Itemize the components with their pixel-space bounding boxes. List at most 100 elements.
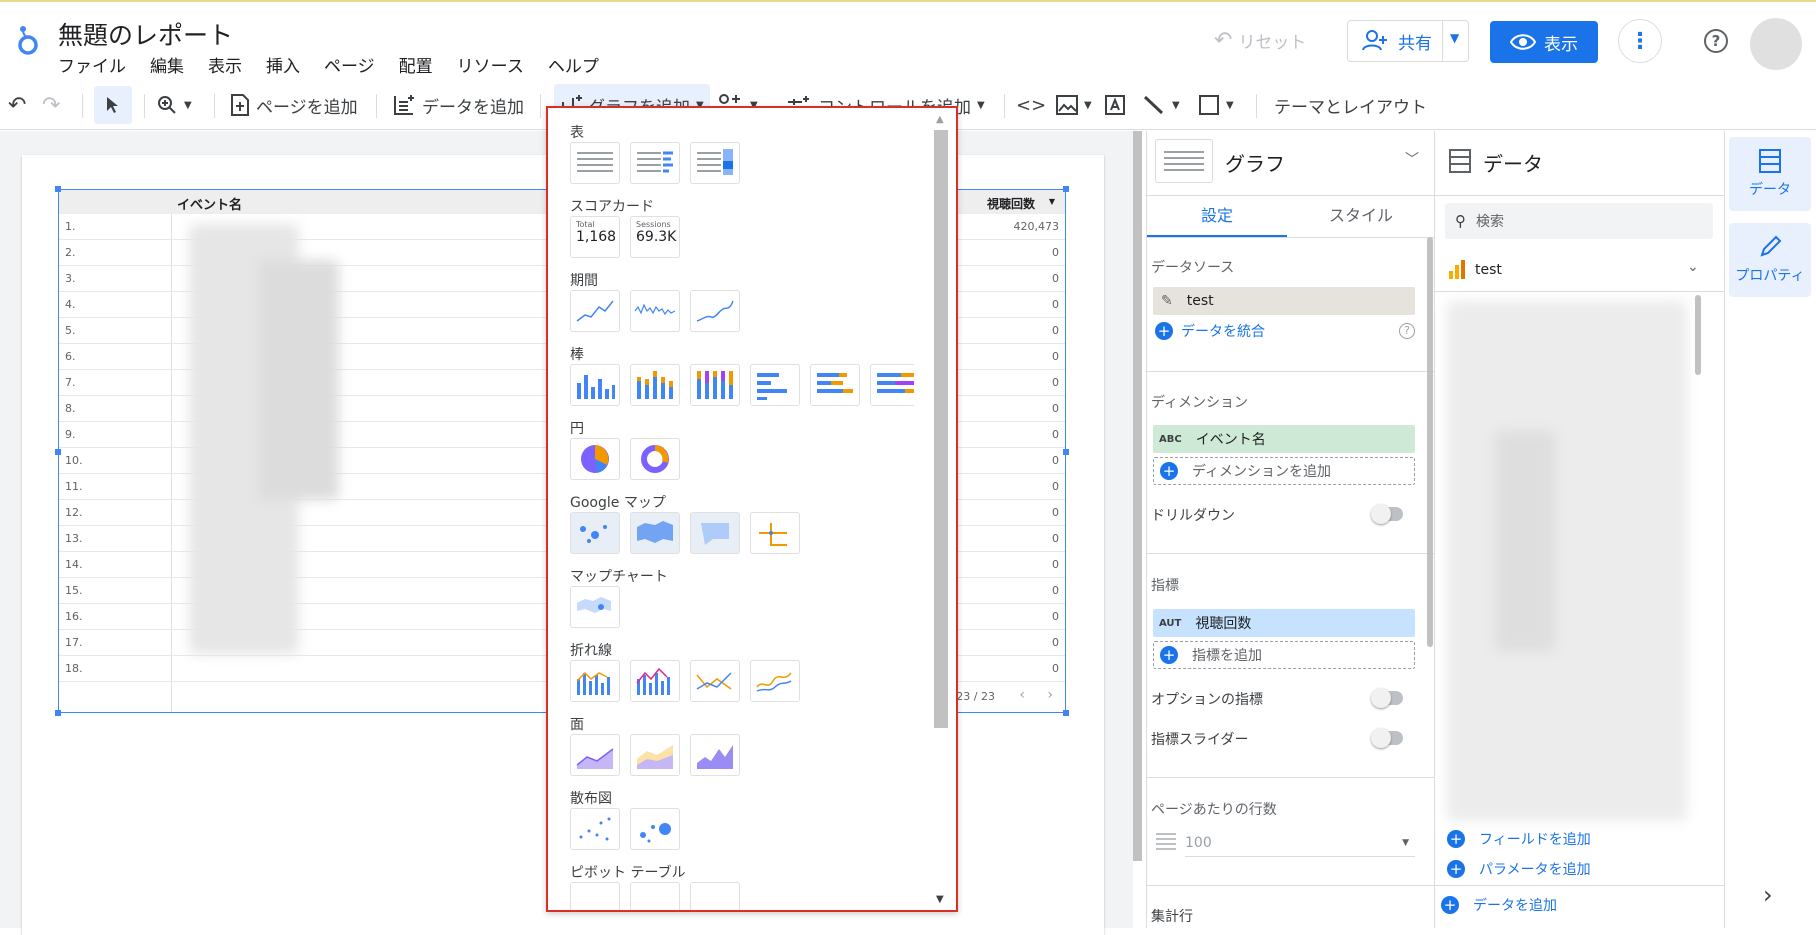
add-parameter-button[interactable]: + パラメータを追加 <box>1447 859 1591 879</box>
chart-option-combo[interactable] <box>570 660 620 702</box>
tab-style[interactable]: スタイル <box>1287 197 1435 237</box>
panel-scrollbar[interactable] <box>1427 237 1433 647</box>
chart-option-line[interactable] <box>690 660 740 702</box>
shape-tool[interactable]: ▼ <box>1198 80 1234 130</box>
more-options-icon[interactable]: ⋮ <box>1618 19 1662 63</box>
menu-insert[interactable]: 挿入 <box>266 52 300 77</box>
report-title[interactable]: 無題のレポート <box>58 16 233 52</box>
add-field-button[interactable]: + フィールドを追加 <box>1447 829 1591 849</box>
resize-handle[interactable] <box>1063 449 1069 455</box>
chart-option-100-stacked-column[interactable] <box>690 364 740 406</box>
chart-option-heatmap-map[interactable] <box>690 512 740 554</box>
chart-option-stacked-bar[interactable] <box>810 364 860 406</box>
menu-edit[interactable]: 編集 <box>150 52 184 77</box>
avatar[interactable] <box>1750 18 1802 70</box>
select-tool[interactable] <box>94 86 132 124</box>
chart-option-table[interactable] <box>570 142 620 184</box>
chart-option-geo-chart[interactable] <box>570 586 620 628</box>
chart-option-bubble-map[interactable] <box>570 512 620 554</box>
optional-metrics-toggle[interactable] <box>1371 688 1403 708</box>
chart-option-table-bars[interactable] <box>630 142 680 184</box>
scroll-down-icon[interactable]: ▼ <box>936 894 944 905</box>
share-dropdown-icon[interactable]: ▼ <box>1450 31 1459 45</box>
rail-data-tab[interactable]: データ <box>1729 137 1811 211</box>
add-page-button[interactable]: ページを追加 <box>230 80 358 130</box>
field-list-scrollbar[interactable] <box>1695 295 1701 375</box>
resize-handle[interactable] <box>55 449 61 455</box>
menu-resource[interactable]: リソース <box>457 52 524 77</box>
add-metric-button[interactable]: + 指標を追加 <box>1153 641 1415 669</box>
datasource-chip[interactable]: ✎ test <box>1153 287 1415 315</box>
chart-option-smoothed-line[interactable] <box>750 660 800 702</box>
chart-option-time-series[interactable] <box>570 290 620 332</box>
reset-button[interactable]: ↶ リセット <box>1214 28 1306 53</box>
pencil-icon[interactable]: ✎ <box>1161 293 1173 309</box>
chart-option-100-stacked-bar[interactable] <box>870 364 920 406</box>
image-button[interactable]: ▼ <box>1056 80 1092 130</box>
redo-icon[interactable]: ↷ <box>42 80 60 130</box>
chart-option-smoothed-time-series[interactable] <box>690 290 740 332</box>
tab-settings[interactable]: 設定 <box>1147 197 1287 237</box>
undo-icon[interactable]: ↶ <box>8 80 26 130</box>
metric-chip[interactable]: AUT 視聴回数 <box>1153 609 1415 637</box>
chevron-down-icon[interactable]: ﹀ <box>1405 149 1419 169</box>
sort-desc-icon[interactable]: ▼ <box>1049 197 1055 206</box>
line-tool[interactable]: ▼ <box>1142 80 1180 130</box>
add-dimension-button[interactable]: + ディメンションを追加 <box>1153 457 1415 485</box>
chart-option-pie[interactable] <box>570 438 620 480</box>
resize-handle[interactable] <box>55 710 61 716</box>
looker-studio-logo-icon[interactable] <box>14 24 40 58</box>
menu-arrange[interactable]: 配置 <box>399 52 433 77</box>
column-header-views[interactable]: 視聴回数 <box>987 195 1035 212</box>
chart-option-bubble[interactable] <box>630 808 680 850</box>
add-data-button[interactable]: データを追加 <box>392 80 524 130</box>
share-button[interactable]: 共有 ▼ <box>1347 20 1469 62</box>
panel-splitter[interactable] <box>1133 131 1146 928</box>
text-box-icon[interactable] <box>1104 80 1126 130</box>
dropdown-scrollbar[interactable] <box>934 130 948 728</box>
field-search[interactable]: ⚲ 検索 <box>1445 203 1713 239</box>
view-button[interactable]: 表示 <box>1490 21 1598 63</box>
chart-option-column[interactable] <box>570 364 620 406</box>
add-data-source-button[interactable]: + データを追加 <box>1441 895 1557 915</box>
chart-option-bar[interactable] <box>750 364 800 406</box>
chart-option-pivot-table[interactable] <box>570 882 620 910</box>
chart-option-donut[interactable] <box>630 438 680 480</box>
rail-properties-tab[interactable]: プロパティ <box>1729 223 1811 297</box>
help-icon[interactable]: ? <box>1399 323 1415 339</box>
rows-per-page-select[interactable]: 100 ▼ <box>1185 831 1415 857</box>
prev-page-icon[interactable]: ‹ <box>1019 687 1025 703</box>
chart-option-pivot-table-heatmap[interactable] <box>690 882 740 910</box>
dimension-chip[interactable]: ABC イベント名 <box>1153 425 1415 453</box>
resize-handle[interactable] <box>1063 186 1069 192</box>
datasource-name[interactable]: test <box>1475 262 1502 278</box>
drilldown-toggle[interactable] <box>1371 504 1403 524</box>
next-page-icon[interactable]: › <box>1047 687 1053 703</box>
chart-type-table-icon[interactable] <box>1155 139 1213 183</box>
theme-layout-button[interactable]: テーマとレイアウト <box>1274 80 1427 130</box>
chart-option-stacked-area[interactable] <box>630 734 680 776</box>
chevron-right-icon[interactable]: › <box>1763 881 1773 909</box>
chart-type-title[interactable]: グラフ <box>1225 148 1285 177</box>
chart-option-100-stacked-area[interactable] <box>690 734 740 776</box>
chart-option-scorecard[interactable]: Total 1,168 <box>570 216 620 258</box>
menu-file[interactable]: ファイル <box>58 52 126 77</box>
menu-help[interactable]: ヘルプ <box>548 52 599 77</box>
chart-option-scatter[interactable] <box>570 808 620 850</box>
resize-handle[interactable] <box>55 186 61 192</box>
collapse-icon[interactable]: ⌄ <box>1687 259 1699 275</box>
chart-option-filled-map[interactable] <box>630 512 680 554</box>
menu-page[interactable]: ページ <box>324 52 375 77</box>
chart-option-sparkline[interactable] <box>630 290 680 332</box>
chart-option-stacked-column[interactable] <box>630 364 680 406</box>
menu-view[interactable]: 表示 <box>208 52 242 77</box>
zoom-tool[interactable]: ▼ <box>156 80 192 130</box>
chart-option-line-map[interactable] <box>750 512 800 554</box>
blend-data-button[interactable]: + データを統合 <box>1155 321 1265 341</box>
metric-slider-toggle[interactable] <box>1371 728 1403 748</box>
resize-handle[interactable] <box>1063 710 1069 716</box>
help-icon[interactable]: ? <box>1704 29 1728 53</box>
chart-option-scorecard-compact[interactable]: Sessions 69.3K <box>630 216 680 258</box>
scroll-up-icon[interactable]: ▲ <box>936 114 944 125</box>
chart-option-pivot-table-bars[interactable] <box>630 882 680 910</box>
